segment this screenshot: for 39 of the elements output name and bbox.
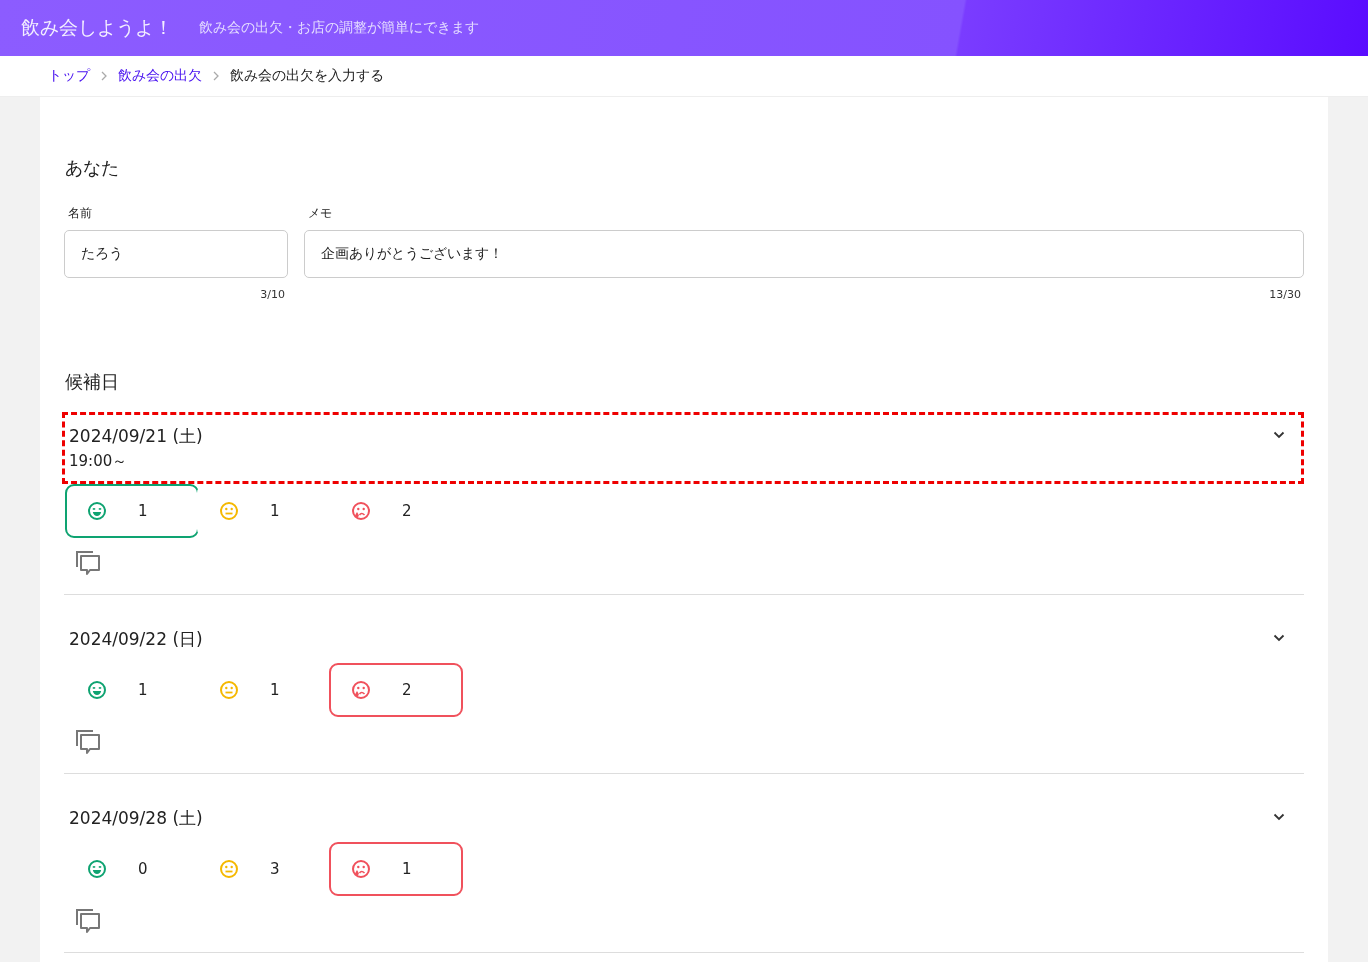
chevron-down-icon[interactable] <box>1273 431 1285 440</box>
crying-face-icon <box>351 680 371 701</box>
comments-icon[interactable] <box>75 550 101 577</box>
chevron-down-icon[interactable] <box>1273 634 1285 643</box>
chevron-right-icon <box>212 71 220 81</box>
field-label: メモ <box>308 204 333 222</box>
neutral-face-icon <box>219 859 239 880</box>
chevron-right-icon <box>100 71 108 81</box>
character-counter: 13/30 <box>1269 287 1301 301</box>
neutral-face-icon <box>219 680 239 701</box>
candidate-date: 2024/09/21 (土) <box>69 425 203 449</box>
smiling-face-icon <box>87 859 107 880</box>
site-title[interactable]: 飲み会しようよ！ <box>21 15 173 41</box>
neutral-face-icon <box>219 501 239 522</box>
candidate-date: 2024/09/22 (日) <box>69 628 203 652</box>
breadcrumb-link[interactable]: 飲み会の出欠 <box>118 67 202 85</box>
smiling-face-icon <box>87 501 107 522</box>
text-field[interactable]: 企画ありがとうございます！ <box>304 229 1304 278</box>
crying-face-icon <box>351 859 371 880</box>
chevron-down-icon[interactable] <box>1273 813 1285 822</box>
section-heading: あなた <box>65 157 120 179</box>
vote-option[interactable]: 1 <box>65 484 199 539</box>
character-counter: 3/10 <box>260 287 285 301</box>
section-heading: 候補日 <box>65 370 120 393</box>
vote-option[interactable]: 1 <box>329 842 463 897</box>
date-header[interactable]: 2024/09/22 (日) <box>62 615 1304 664</box>
comments-icon[interactable] <box>75 729 101 756</box>
comments-icon[interactable] <box>75 908 101 935</box>
vote-option[interactable]: 2 <box>329 663 463 718</box>
site-tagline: 飲み会の出欠・お店の調整が簡単にできます <box>199 19 479 37</box>
field-label: 名前 <box>68 204 93 222</box>
crying-face-icon <box>351 501 371 522</box>
candidate-time: 19:00～ <box>69 451 129 473</box>
breadcrumb-current: 飲み会の出欠を入力する <box>230 67 384 85</box>
smiling-face-icon <box>87 680 107 701</box>
date-header[interactable]: 2024/09/28 (土) <box>62 794 1304 843</box>
breadcrumb-link[interactable]: トップ <box>48 67 90 85</box>
candidate-date: 2024/09/28 (土) <box>69 807 203 831</box>
text-field[interactable]: たろう <box>64 229 288 278</box>
